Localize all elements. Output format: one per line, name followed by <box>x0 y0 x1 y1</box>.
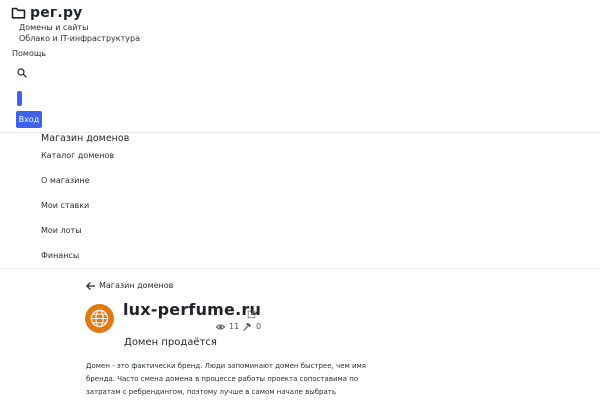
subnav-item-my-lots[interactable]: Мои лоты <box>41 226 82 235</box>
site-header: рег.ру Домены и сайты Облако и IT-инфрас… <box>0 0 600 133</box>
search-icon[interactable] <box>17 68 27 78</box>
nav-domains-sites[interactable]: Домены и сайты <box>19 23 88 32</box>
gavel-icon <box>243 322 252 331</box>
domain-avatar <box>85 304 114 333</box>
subnav-item-my-bids[interactable]: Мои ставки <box>41 201 89 210</box>
bids-stat: 0 <box>243 322 261 331</box>
logo-text: рег.ру <box>30 5 83 21</box>
menu-toggle-button[interactable] <box>17 91 22 106</box>
sale-status: Домен продаётся <box>124 337 217 348</box>
login-button[interactable]: Вход <box>16 111 42 128</box>
domain-name: lux-perfume.ru <box>123 300 262 319</box>
domain-shop-nav: Магазин доменов Каталог доменов О магази… <box>0 133 600 269</box>
eye-icon <box>216 324 225 329</box>
nav-help[interactable]: Помощь <box>12 49 46 58</box>
domain-shop-title: Магазин доменов <box>41 133 130 144</box>
back-link-label: Магазин доменов <box>99 281 174 290</box>
nav-cloud-it[interactable]: Облако и IT-инфраструктура <box>19 34 140 43</box>
views-stat: 11 <box>216 322 239 331</box>
arrow-left-icon <box>86 281 95 290</box>
subnav-item-about[interactable]: О магазине <box>41 176 90 185</box>
subnav-item-finance[interactable]: Финансы <box>41 251 79 260</box>
back-link[interactable]: Магазин доменов <box>86 281 173 290</box>
subnav-item-catalog[interactable]: Каталог доменов <box>41 151 114 160</box>
bids-count: 0 <box>256 322 262 331</box>
views-count: 11 <box>229 322 240 331</box>
external-link-icon[interactable] <box>247 310 256 319</box>
domain-description: Домен - это фактически бренд. Люди запом… <box>86 362 366 396</box>
globe-icon <box>90 309 109 328</box>
folder-icon <box>11 7 26 19</box>
logo[interactable]: рег.ру <box>11 5 83 21</box>
